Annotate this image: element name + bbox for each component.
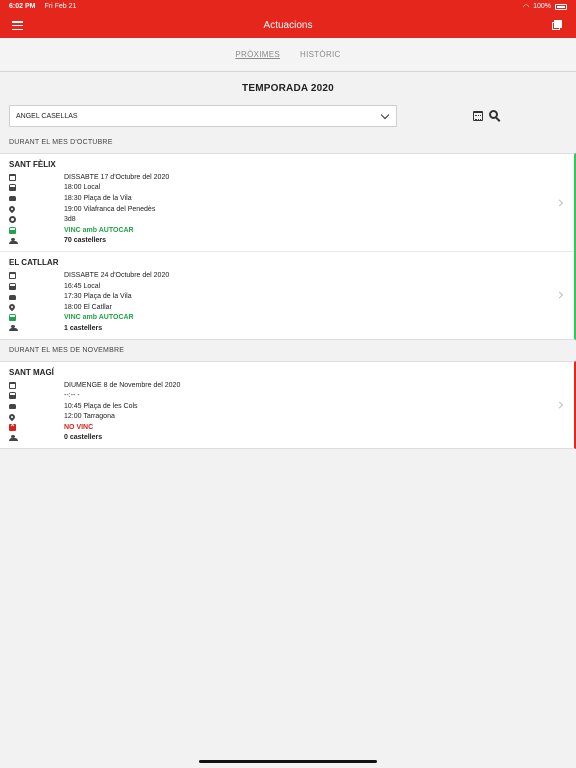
users-icon bbox=[9, 325, 18, 332]
event-count: 0 castellers bbox=[64, 434, 103, 442]
person-select[interactable]: ANGEL CASELLAS bbox=[9, 105, 397, 127]
copy-button[interactable] bbox=[552, 20, 562, 30]
map-pin-icon bbox=[7, 412, 17, 422]
event-date-row: DISSABTE 24 d'Octubre del 2020 bbox=[9, 270, 574, 281]
event-location: 18:00 El Catllar bbox=[64, 303, 112, 311]
event-attendance-row: VINC amb AUTOCAR bbox=[9, 313, 574, 324]
event-attendance: VINC amb AUTOCAR bbox=[64, 314, 134, 322]
event-castell-row: 3d8 bbox=[9, 214, 574, 225]
calendar-button[interactable] bbox=[473, 111, 483, 121]
top-bar: 6:02 PM Fri Feb 21 ◠ 100% Actuacions bbox=[0, 0, 576, 38]
event-castell: 3d8 bbox=[64, 216, 76, 224]
event-attendance: VINC amb AUTOCAR bbox=[64, 226, 134, 234]
bus-green-icon bbox=[9, 314, 16, 322]
copy-icon-front bbox=[554, 20, 562, 28]
event-meeting: 10:45 Plaça de les Cols bbox=[64, 402, 138, 410]
status-right: ◠ 100% bbox=[523, 3, 567, 11]
month-event-group: SANT FÈLIX DISSABTE 17 d'Octubre del 202… bbox=[0, 153, 576, 340]
bus-icon bbox=[9, 184, 16, 192]
tab-bar: PRÒXIMES HISTÒRIC bbox=[0, 38, 576, 72]
month-header: DURANT EL MES D'OCTUBRE bbox=[9, 139, 113, 146]
event-card[interactable]: EL CATLLAR DISSABTE 24 d'Octubre del 202… bbox=[0, 251, 574, 339]
car-icon bbox=[9, 196, 16, 202]
hamburger-line-icon bbox=[12, 21, 23, 23]
event-name: SANT MAGÍ bbox=[9, 367, 54, 377]
home-indicator[interactable] bbox=[199, 760, 377, 763]
tab-history[interactable]: HISTÒRIC bbox=[300, 50, 341, 59]
event-bus-row: 16:45 Local bbox=[9, 281, 574, 292]
event-count-row: 1 castellers bbox=[9, 323, 574, 334]
event-bus-row: 18:00 Local bbox=[9, 183, 574, 194]
season-title: TEMPORADA 2020 bbox=[242, 83, 334, 94]
status-bar: 6:02 PM Fri Feb 21 ◠ 100% bbox=[0, 0, 576, 13]
castell-icon bbox=[9, 216, 16, 224]
calendar-x-icon bbox=[9, 422, 16, 431]
event-location: 19:00 Vilafranca del Penedès bbox=[64, 205, 156, 213]
navigation-bar: Actuacions bbox=[0, 13, 576, 38]
event-attendance-row: VINC amb AUTOCAR bbox=[9, 225, 574, 236]
bus-icon bbox=[9, 392, 16, 400]
wifi-icon: ◠ bbox=[522, 3, 530, 11]
month-header: DURANT EL MES DE NOVEMBRE bbox=[9, 346, 125, 354]
event-attendance: NO VINC bbox=[64, 423, 94, 431]
event-name: EL CATLLAR bbox=[9, 258, 59, 268]
calendar-icon bbox=[9, 271, 16, 279]
status-date: Fri Feb 21 bbox=[44, 3, 77, 10]
event-date: DIUMENGE 8 de Novembre del 2020 bbox=[64, 381, 181, 389]
hamburger-line-icon bbox=[12, 24, 23, 27]
event-meeting: 17:30 Plaça de la Vila bbox=[64, 293, 132, 301]
event-date-row: DIUMENGE 8 de Novembre del 2020 bbox=[9, 380, 574, 391]
calendar-icon bbox=[9, 173, 16, 181]
event-count: 1 castellers bbox=[64, 324, 103, 332]
chevron-down-icon bbox=[380, 110, 390, 119]
event-date: DISSABTE 24 d'Octubre del 2020 bbox=[64, 271, 170, 279]
event-date-row: DISSABTE 17 d'Octubre del 2020 bbox=[9, 172, 574, 183]
event-meeting: 18:30 Plaça de la Vila bbox=[64, 194, 132, 202]
event-bus-row: --:-- - bbox=[9, 390, 574, 401]
event-bus-time: 16:45 Local bbox=[64, 282, 101, 290]
hamburger-line-icon bbox=[12, 28, 23, 30]
event-location: 12:00 Tarragona bbox=[64, 413, 115, 421]
status-time: 6:02 PM bbox=[9, 3, 36, 10]
users-icon bbox=[9, 237, 18, 244]
person-select-value: ANGEL CASELLAS bbox=[16, 112, 78, 120]
event-bus-time: 18:00 Local bbox=[64, 184, 101, 192]
month-event-group: SANT MAGÍ DIUMENGE 8 de Novembre del 202… bbox=[0, 360, 576, 450]
bus-green-icon bbox=[9, 226, 16, 234]
map-pin-icon bbox=[7, 204, 17, 214]
event-card[interactable]: SANT FÈLIX DISSABTE 17 d'Octubre del 202… bbox=[0, 154, 574, 251]
battery-icon bbox=[555, 3, 567, 10]
search-icon-handle bbox=[495, 117, 501, 122]
bus-icon bbox=[9, 282, 16, 290]
car-icon bbox=[9, 294, 16, 300]
event-name: SANT FÈLIX bbox=[9, 160, 56, 169]
event-car-row: 18:30 Plaça de la Vila bbox=[9, 193, 574, 204]
event-location-row: 19:00 Vilafranca del Penedès bbox=[7, 204, 574, 215]
tab-upcoming[interactable]: PRÒXIMES bbox=[235, 50, 280, 59]
users-icon bbox=[9, 434, 18, 441]
event-bus-time: --:-- - bbox=[64, 392, 80, 400]
map-pin-icon bbox=[7, 302, 17, 312]
event-count-row: 0 castellers bbox=[9, 433, 574, 444]
event-car-row: 17:30 Plaça de la Vila bbox=[9, 291, 574, 302]
car-icon bbox=[9, 404, 16, 410]
event-count-row: 70 castellers bbox=[9, 236, 574, 247]
event-card[interactable]: SANT MAGÍ DIUMENGE 8 de Novembre del 202… bbox=[0, 362, 574, 449]
event-date: DISSABTE 17 d'Octubre del 2020 bbox=[64, 173, 170, 181]
battery-percent: 100% bbox=[533, 3, 551, 10]
filter-row: ANGEL CASELLAS bbox=[0, 105, 576, 127]
event-count: 70 castellers bbox=[64, 237, 107, 245]
event-location-row: 12:00 Tarragona bbox=[7, 412, 574, 423]
event-location-row: 18:00 El Catllar bbox=[7, 302, 574, 313]
page-title: Actuacions bbox=[263, 20, 313, 31]
calendar-icon bbox=[9, 381, 16, 389]
event-attendance-row: NO VINC bbox=[9, 422, 574, 433]
event-car-row: 10:45 Plaça de les Cols bbox=[9, 401, 574, 412]
menu-button[interactable] bbox=[12, 21, 23, 30]
search-button[interactable] bbox=[489, 110, 501, 122]
